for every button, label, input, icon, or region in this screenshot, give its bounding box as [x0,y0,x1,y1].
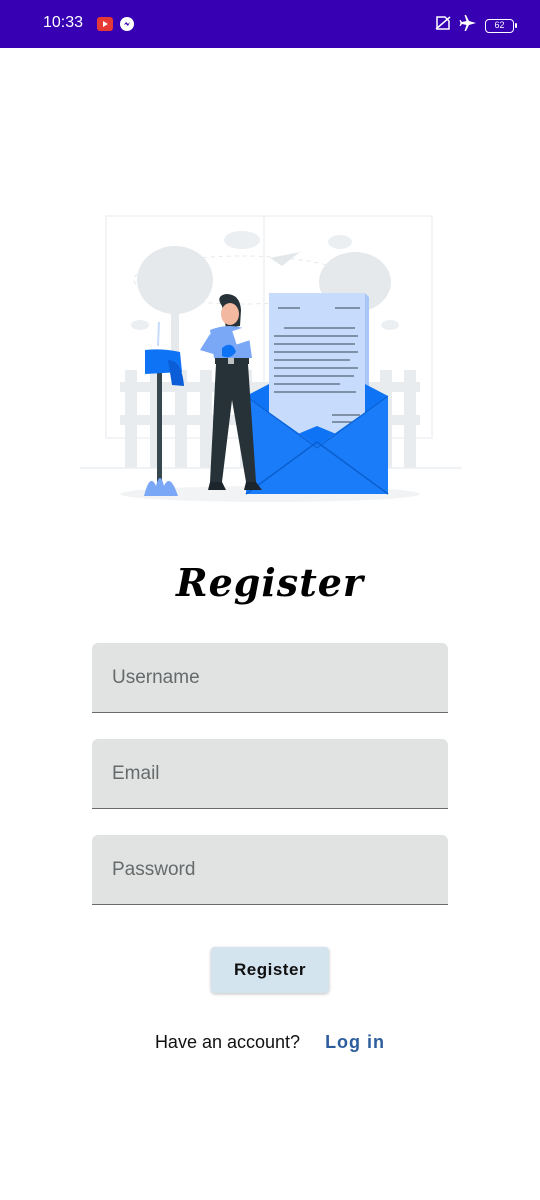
battery-icon: 62 [485,18,517,33]
no-sim-icon [435,16,451,35]
system-icons: 62 [435,15,517,36]
email-field-container[interactable] [92,739,448,809]
login-prompt: Have an account? [154,1032,301,1052]
email-input[interactable] [92,739,448,808]
username-input[interactable] [92,643,448,712]
status-bar: 10:33 62 [0,0,540,48]
password-input[interactable] [92,835,448,904]
login-link[interactable]: Log in [325,1032,385,1052]
register-mail-illustration [80,215,462,502]
status-time: 10:33 [43,14,84,31]
login-row: Have an account? Log in [0,1032,540,1053]
video-app-icon [97,16,113,37]
page-title: Register [176,560,364,605]
notification-icons [97,16,135,37]
register-button[interactable]: Register [211,947,329,993]
username-field-container[interactable] [92,643,448,713]
airplane-mode-icon [459,15,477,36]
messenger-icon [119,16,135,37]
password-field-container[interactable] [92,835,448,905]
